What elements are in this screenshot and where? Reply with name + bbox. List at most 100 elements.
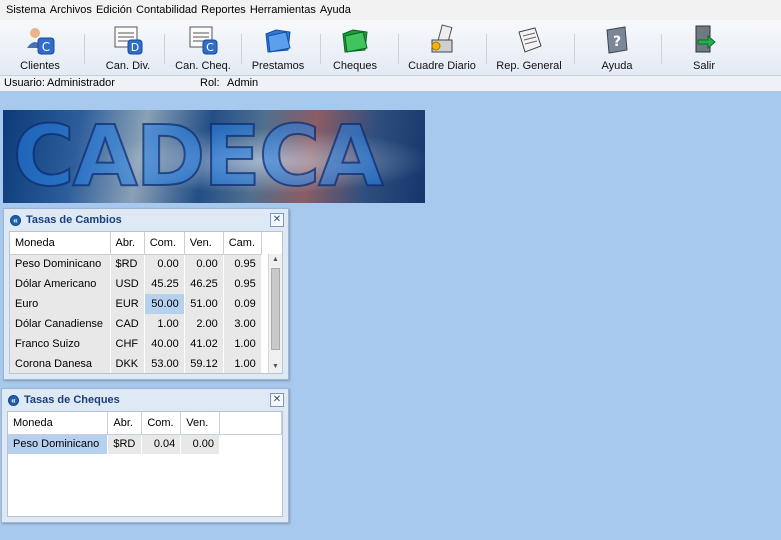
toolbar-separator [661,34,662,64]
menu-contabilidad[interactable]: Contabilidad [134,4,199,16]
cell-ven[interactable]: 59.12 [184,354,224,373]
daily-balance-icon [431,24,453,53]
cell-moneda[interactable]: Euro [10,294,111,314]
cell-cam[interactable]: 1.00 [223,354,262,373]
cell-com[interactable]: 53.00 [144,354,185,373]
can-div-button[interactable]: D Can. Div. [88,22,168,74]
column-header-ven[interactable]: Ven. [184,232,224,255]
cell-ven[interactable]: 2.00 [184,314,224,334]
scroll-down-icon[interactable]: ▼ [269,361,282,373]
cell-cam[interactable]: 0.95 [223,254,262,274]
cell-abr[interactable]: CAD [110,314,145,334]
ayuda-label: Ayuda [601,60,633,72]
scroll-up-icon[interactable]: ▲ [269,254,282,266]
toolbar-separator [398,34,399,64]
cell-moneda[interactable]: Dólar Americano [10,274,111,294]
column-header-cam[interactable]: Cam. [223,232,262,255]
check-document-icon: C [189,26,218,55]
clientes-button[interactable]: C Clientes [0,22,80,74]
column-header-abr[interactable]: Abr. [110,232,145,255]
table-row[interactable]: Dólar Canadiense CAD 1.00 2.00 3.00 [10,314,262,334]
menu-bar: Sistema Archivos Edición Contabilidad Re… [0,0,781,20]
table-row[interactable]: Peso Dominicano $RD 0.04 0.00 [8,434,282,454]
svg-text:C: C [42,40,50,54]
user-label: Usuario: [4,77,45,89]
cell-abr[interactable]: $RD [110,254,145,274]
column-header-ven[interactable]: Ven. [180,412,220,435]
cell-abr[interactable]: USD [110,274,145,294]
table-row[interactable]: Franco Suizo CHF 40.00 41.02 1.00 [10,334,262,354]
help-book-icon: ? [606,26,628,54]
column-header-com[interactable]: Com. [144,232,185,255]
menu-reportes[interactable]: Reportes [199,4,248,16]
collapse-icon[interactable]: « [8,394,19,406]
can-cheq-button[interactable]: C Can. Cheq. [163,22,243,74]
column-header-moneda[interactable]: Moneda [8,412,109,435]
cell-ven[interactable]: 41.02 [184,334,224,354]
clients-icon: C [27,28,55,55]
cell-abr[interactable]: CHF [110,334,145,354]
svg-text:D: D [131,41,139,54]
table-row[interactable]: Dólar Americano USD 45.25 46.25 0.95 [10,274,262,294]
rep-general-button[interactable]: Rep. General [489,22,569,74]
cell-com-selected[interactable]: 50.00 [144,294,185,314]
close-icon[interactable]: ✕ [270,213,284,227]
exchange-rates-grid: Moneda Abr. Com. Ven. Cam. Peso Dominica… [9,231,283,374]
main-toolbar: C Clientes D Can. Div. C Can. Cheq. Pres… [0,20,781,76]
cell-moneda[interactable]: Dólar Canadiense [10,314,111,334]
cell-ven[interactable]: 0.00 [180,434,220,454]
salir-button[interactable]: Salir [664,22,744,74]
column-header-abr[interactable]: Abr. [107,412,143,435]
column-header-com[interactable]: Com. [141,412,182,435]
cell-moneda[interactable]: Peso Dominicano [10,254,111,274]
cell-cam[interactable]: 1.00 [223,334,262,354]
checks-panel-header: « Tasas de Cheques ✕ [2,389,288,411]
column-header-blank [219,412,282,435]
cell-moneda[interactable]: Corona Danesa [10,354,111,373]
menu-herramientas[interactable]: Herramientas [248,4,318,16]
cell-moneda-selected[interactable]: Peso Dominicano [8,434,109,454]
toolbar-separator [84,34,85,64]
ayuda-button[interactable]: ? Ayuda [577,22,657,74]
scroll-thumb[interactable] [271,268,280,350]
cuadre-diario-button[interactable]: Cuadre Diario [402,22,482,74]
cell-abr[interactable]: $RD [107,434,143,454]
cell-abr[interactable]: DKK [110,354,145,373]
cell-cam[interactable]: 0.09 [223,294,262,314]
user-value: Administrador [47,77,115,89]
cell-com[interactable]: 40.00 [144,334,185,354]
cell-abr[interactable]: EUR [110,294,145,314]
cell-moneda[interactable]: Franco Suizo [10,334,111,354]
close-icon[interactable]: ✕ [270,393,284,407]
check-rates-grid: Moneda Abr. Com. Ven. Peso Dominicano $R… [7,411,283,517]
cell-cam[interactable]: 0.95 [223,274,262,294]
role-value: Admin [227,77,259,89]
menu-ayuda[interactable]: Ayuda [318,4,353,16]
vertical-scrollbar[interactable]: ▲ ▼ [268,254,282,373]
table-row[interactable]: Peso Dominicano $RD 0.00 0.00 0.95 [10,254,262,274]
table-row[interactable]: Corona Danesa DKK 53.00 59.12 1.00 [10,354,262,373]
cuadre-diario-label: Cuadre Diario [408,60,476,72]
prestamos-label: Prestamos [251,60,305,72]
exchange-rates-panel: « Tasas de Cambios ✕ Moneda Abr. Com. Ve… [3,208,289,380]
cell-ven[interactable]: 0.00 [184,254,224,274]
cell-cam[interactable]: 3.00 [223,314,262,334]
cell-ven[interactable]: 51.00 [184,294,224,314]
cell-com[interactable]: 45.25 [144,274,185,294]
menu-archivos[interactable]: Archivos [48,4,94,16]
column-header-moneda[interactable]: Moneda [10,232,111,255]
cell-ven[interactable]: 46.25 [184,274,224,294]
green-folder-icon [342,29,368,53]
rep-general-label: Rep. General [496,60,562,72]
cheques-button[interactable]: Cheques [315,22,395,74]
toolbar-separator [486,34,487,64]
cell-com[interactable]: 0.00 [144,254,185,274]
collapse-icon[interactable]: « [10,214,21,226]
menu-sistema[interactable]: Sistema [4,4,48,16]
menu-edicion[interactable]: Edición [94,4,134,16]
cell-com[interactable]: 0.04 [141,434,182,454]
table-row[interactable]: Euro EUR 50.00 51.00 0.09 [10,294,262,314]
cell-com[interactable]: 1.00 [144,314,185,334]
clientes-label: Clientes [20,60,60,72]
prestamos-button[interactable]: Prestamos [238,22,318,74]
